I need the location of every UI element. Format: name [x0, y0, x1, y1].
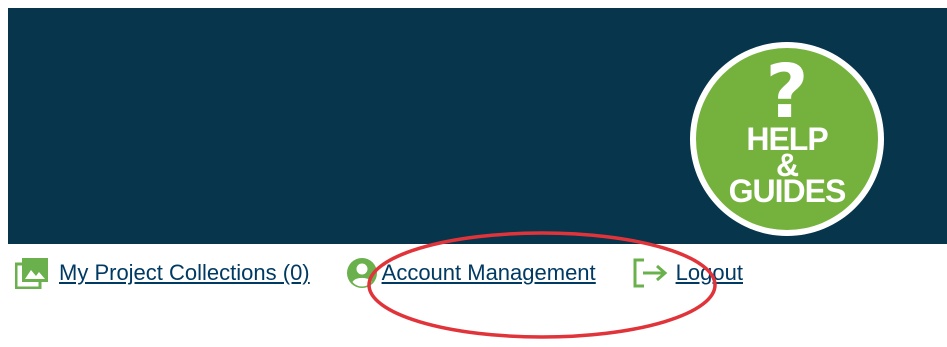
logout-label: Logout	[675, 260, 743, 285]
image-gallery-icon	[15, 258, 48, 289]
user-nav-links: My Project Collections (0) Account Manag…	[15, 255, 743, 291]
logout-arrow-icon	[633, 258, 667, 288]
user-circle-icon	[346, 258, 377, 288]
logout-link[interactable]: Logout	[632, 257, 743, 289]
account-management-label: Account Management	[381, 260, 596, 285]
my-project-collections-label: My Project Collections (0)	[59, 260, 310, 285]
help-guides-badge[interactable]: ? HELP & GUIDES	[696, 48, 878, 230]
my-project-collections-link[interactable]: My Project Collections (0)	[15, 257, 310, 289]
guides-label: GUIDES	[728, 173, 847, 209]
question-mark-icon: ?	[765, 49, 809, 135]
account-management-link[interactable]: Account Management	[346, 257, 596, 289]
help-guides-button[interactable]: ? HELP & GUIDES	[690, 42, 884, 236]
